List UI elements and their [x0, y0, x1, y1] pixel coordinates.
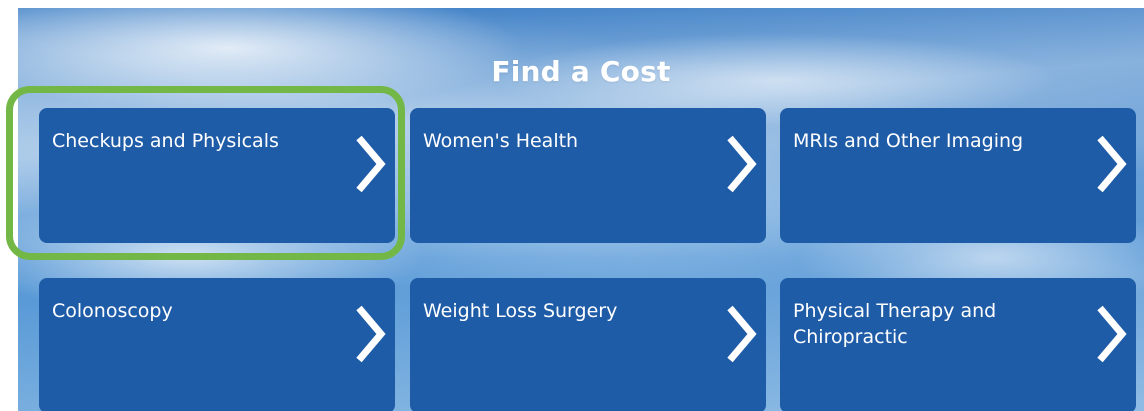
mris-and-other-imaging-tile[interactable]: MRIs and Other Imaging [780, 108, 1136, 243]
tile-label: Colonoscopy [52, 300, 173, 322]
checkups-and-physicals-tile[interactable]: Checkups and Physicals [39, 108, 395, 243]
colonoscopy-tile[interactable]: Colonoscopy [39, 278, 395, 411]
weight-loss-surgery-tile[interactable]: Weight Loss Surgery [410, 278, 766, 411]
physical-therapy-and-chiropractic-tile[interactable]: Physical Therapy and Chiropractic [780, 278, 1136, 411]
chevron-right-icon [1097, 135, 1127, 193]
tile-label: Checkups and Physicals [52, 130, 279, 152]
chevron-right-icon [1097, 305, 1127, 363]
tile-label: Weight Loss Surgery [423, 300, 618, 322]
womens-health-tile[interactable]: Women's Health [410, 108, 766, 243]
tile-label: Physical Therapy and Chiropractic [793, 300, 997, 348]
chevron-right-icon [727, 305, 757, 363]
tile-label: MRIs and Other Imaging [793, 130, 1024, 152]
page-title: Find a Cost [491, 54, 671, 88]
tile-label: Women's Health [423, 130, 579, 152]
find-a-cost-panel: Find a Cost Checkups and Physicals Women… [18, 8, 1144, 411]
chevron-right-icon [727, 135, 757, 193]
chevron-right-icon [356, 305, 386, 363]
chevron-right-icon [356, 135, 386, 193]
find-a-cost-page: Find a Cost Checkups and Physicals Women… [0, 0, 1144, 411]
